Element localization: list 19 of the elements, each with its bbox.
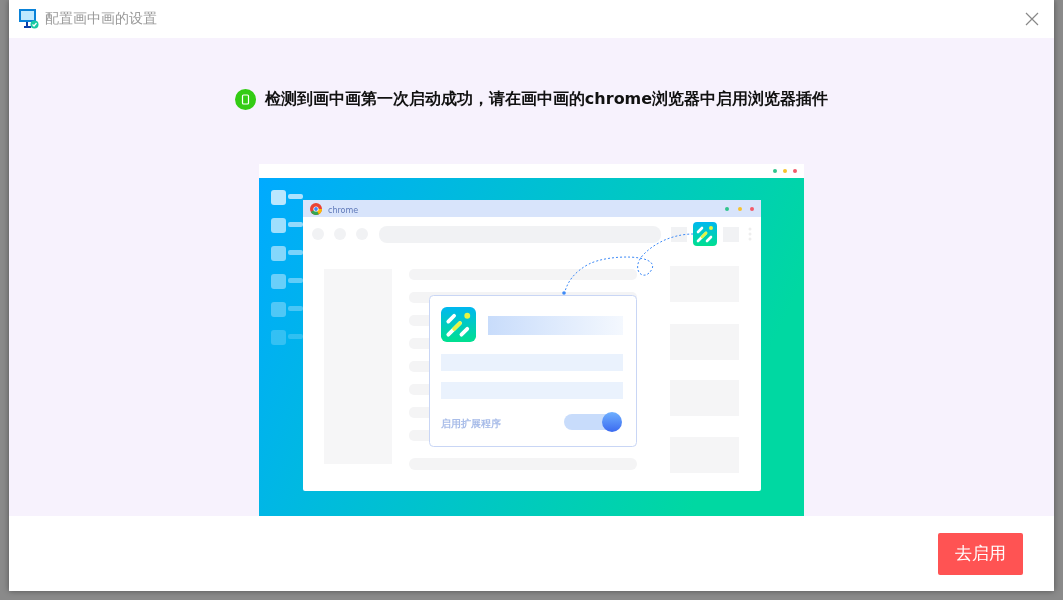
- extension-icon: [693, 222, 717, 246]
- enable-button[interactable]: 去启用: [938, 532, 1023, 575]
- sidebar-item: [271, 190, 303, 205]
- browser-label: chrome: [328, 205, 359, 215]
- sidebar-item: [271, 302, 303, 317]
- status-message: 检测到画中画第一次启动成功，请在画中画的chrome浏览器中启用浏览器插件: [264, 89, 829, 110]
- monitor-icon: [19, 9, 39, 29]
- window-title: 配置画中画的设置: [45, 10, 158, 28]
- close-icon: [1024, 11, 1040, 27]
- window-controls-icon: [773, 169, 797, 173]
- success-icon: [234, 89, 256, 110]
- popup-label: 启用扩展程序: [441, 418, 501, 429]
- chrome-logo-icon: [310, 203, 322, 215]
- sidebar-item: [271, 246, 303, 261]
- sidebar-item: [271, 330, 303, 345]
- placeholder-block: [671, 227, 687, 242]
- sidebar-item: [271, 274, 303, 289]
- sidebar-item: [271, 218, 303, 233]
- extension-icon: [441, 307, 476, 342]
